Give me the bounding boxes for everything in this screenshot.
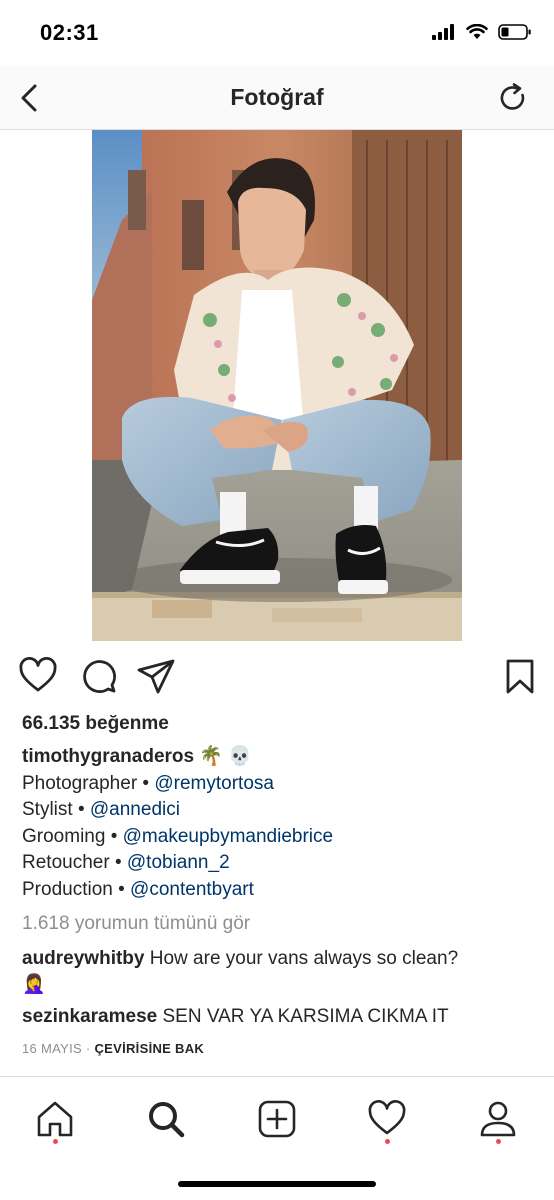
post-actions [0,656,554,700]
translate-link[interactable]: ÇEVİRİSİNE BAK [94,1041,204,1056]
activity-notification-dot [385,1139,390,1144]
activity-heart-icon [368,1100,406,1135]
add-icon [258,1100,296,1138]
author-username[interactable]: timothygranaderos [22,746,194,767]
credit-line: Production • @contentbyart [22,877,532,904]
home-indicator[interactable] [178,1181,376,1187]
refresh-icon [500,83,525,110]
home-icon [37,1101,73,1137]
credit-line: Stylist • @annedici [22,797,532,824]
credit-label: Production • [22,878,125,900]
credit-label: Grooming • [22,825,118,847]
save-button[interactable] [500,656,540,696]
comment-emoji: 🤦‍♀️ [22,974,46,995]
bookmark-icon [506,659,534,694]
credit-label: Photographer • [22,772,150,794]
refresh-button[interactable] [496,80,530,116]
view-all-comments-link[interactable]: 1.618 yorumun tümünü gör [22,913,250,935]
tab-search[interactable] [144,1097,188,1141]
caption-header: timothygranaderos 🌴 💀 [22,744,532,771]
tab-home[interactable] [33,1097,77,1141]
comment-icon [83,660,116,693]
credit-mention[interactable]: @tobiann_2 [127,852,230,873]
credit-label: Retoucher • [22,852,122,873]
status-icons [432,24,532,40]
comment-button[interactable] [78,656,118,696]
tab-new-post[interactable] [255,1097,299,1141]
credit-line: Photographer • @remytortosa [22,771,532,798]
status-bar: 02:31 [0,0,554,66]
comment-item: sezinkaramese SEN VAR YA KARSIMA CIKMA I… [22,1004,532,1030]
profile-icon [480,1101,516,1137]
search-icon [149,1102,185,1138]
status-time: 02:31 [40,20,99,45]
comment-username[interactable]: sezinkaramese [22,1006,157,1027]
page-title: Fotoğraf [230,84,324,110]
author-emoji: 🌴 💀 [199,746,252,767]
credit-mention[interactable]: @remytortosa [154,773,274,794]
navigation-bar: Fotoğraf [0,66,554,130]
wifi-icon [466,24,488,39]
comment-text: How are your vans always so clean? [149,948,459,969]
credit-mention[interactable]: @annedici [90,799,180,820]
battery-icon [498,24,531,40]
credit-mention[interactable]: @makeupbymandiebrice [123,826,333,847]
comment-item: audreywhitby How are your vans always so… [22,946,532,998]
credit-mention[interactable]: @contentbyart [130,879,254,900]
profile-notification-dot [496,1139,501,1144]
meta-separator: · [85,1041,91,1056]
comment-username[interactable]: audreywhitby [22,948,144,969]
like-count[interactable]: 66.135 beğenme [22,713,169,735]
share-icon [137,659,175,694]
cellular-signal-icon [432,24,454,40]
credit-line: Grooming • @makeupbymandiebrice [22,824,532,851]
credit-label: Stylist • [22,799,85,820]
comment-text: SEN VAR YA KARSIMA CIKMA IT [162,1006,449,1027]
tab-activity[interactable] [365,1097,409,1141]
post-date: 16 MAYIS [22,1041,82,1056]
post-photo-illustration [92,130,462,641]
share-button[interactable] [136,656,176,696]
like-button[interactable] [18,656,58,696]
credit-line: Retoucher • @tobiann_2 [22,850,532,877]
post-photo[interactable] [92,130,462,641]
home-notification-dot [53,1139,58,1144]
post-meta: 16 MAYIS · ÇEVİRİSİNE BAK [22,1041,204,1056]
heart-icon [19,657,57,692]
tab-profile[interactable] [476,1097,520,1141]
post-caption: timothygranaderos 🌴 💀 Photographer • @re… [22,744,532,903]
